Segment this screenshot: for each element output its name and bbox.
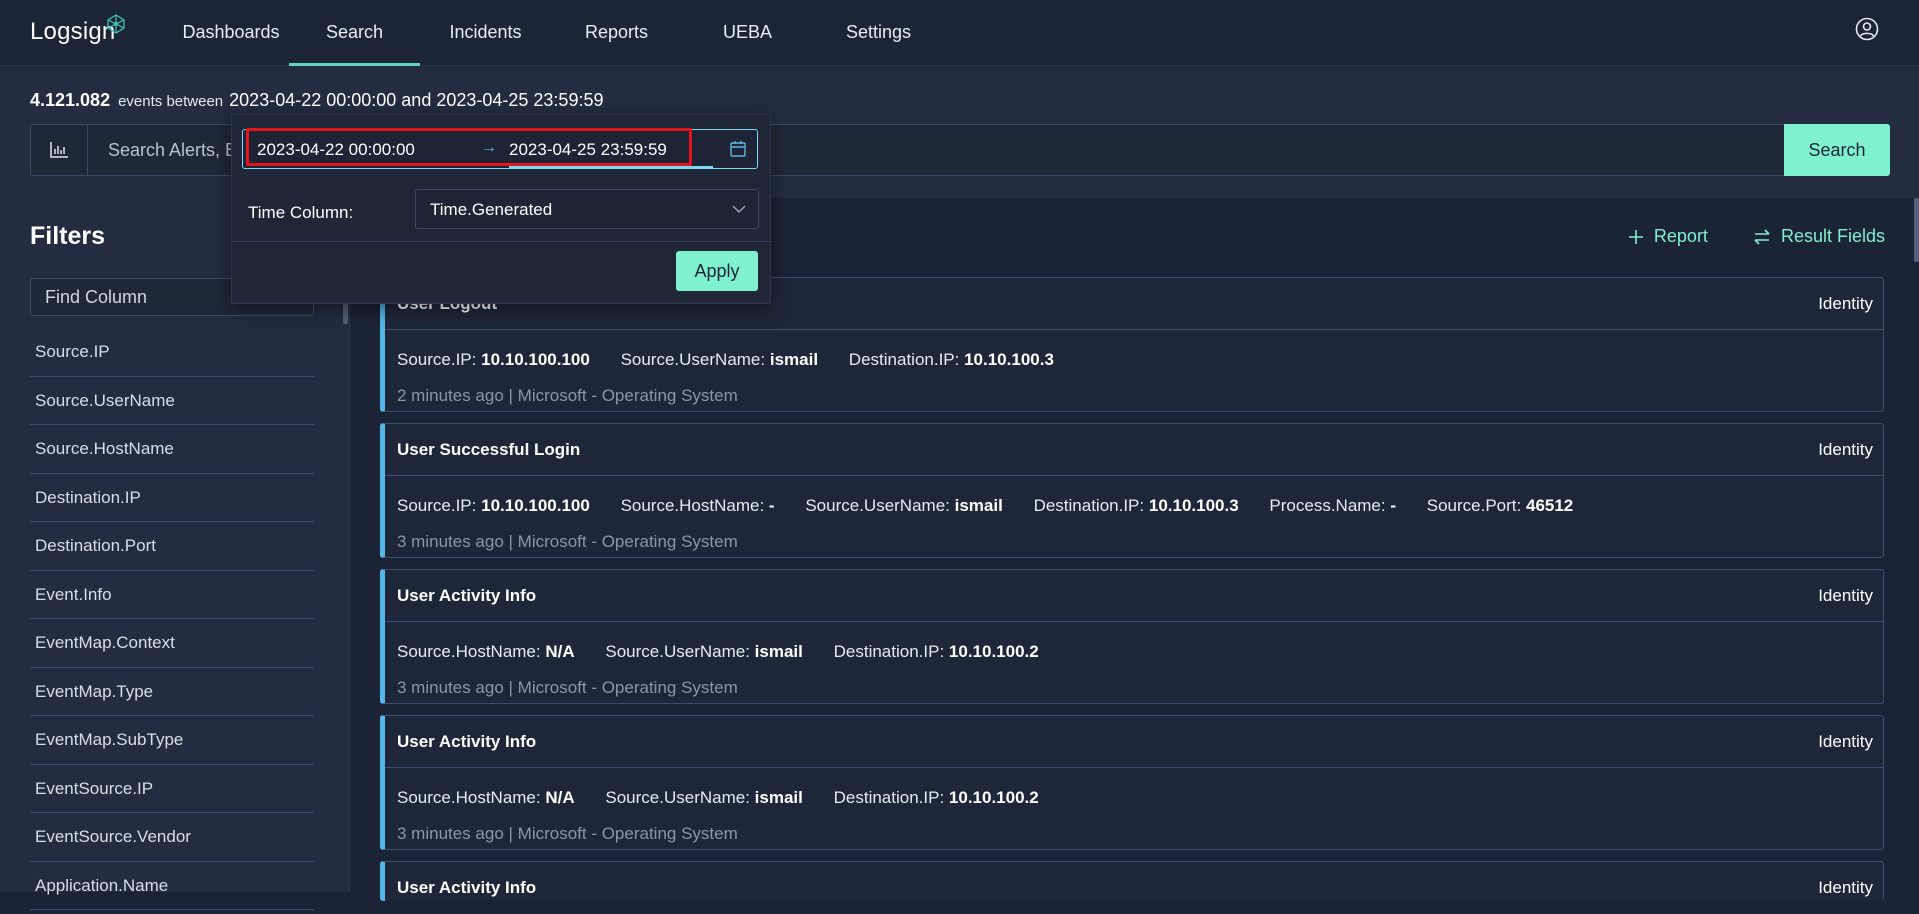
event-meta: 3 minutes ago | Microsoft - Operating Sy… xyxy=(397,532,738,551)
event-fields: Source.IP: 10.10.100.100 Source.UserName… xyxy=(397,350,1080,370)
event-meta: 2 minutes ago | Microsoft - Operating Sy… xyxy=(397,386,738,405)
events-count: 4.121.082 xyxy=(30,90,111,110)
event-category: Identity xyxy=(1818,294,1873,313)
nav-dashboards[interactable]: Dashboards xyxy=(166,0,296,66)
event-category: Identity xyxy=(1818,586,1873,605)
calendar-icon[interactable] xyxy=(729,140,747,158)
bar-chart-icon xyxy=(50,142,68,158)
event-field[interactable]: Source.UserName: ismail xyxy=(805,496,1003,515)
event-card[interactable]: User Activity Info Identity Source.HostN… xyxy=(380,715,1884,850)
event-field[interactable]: Destination.IP: 10.10.100.2 xyxy=(834,642,1039,661)
filter-field-item[interactable]: Source.HostName xyxy=(30,425,314,474)
event-field[interactable]: Destination.IP: 10.10.100.3 xyxy=(1034,496,1239,515)
range-arrow-icon: → xyxy=(481,139,497,156)
sidebar-scrollbar[interactable] xyxy=(343,302,348,324)
event-card[interactable]: User Activity Info Identity Source.HostN… xyxy=(380,569,1884,704)
search-input[interactable] xyxy=(88,125,238,175)
time-column-select[interactable]: Time.Generated xyxy=(415,189,759,229)
event-card-header: User Successful Login Identity xyxy=(385,424,1883,476)
event-title[interactable]: User Activity Info xyxy=(397,878,536,898)
popup-divider xyxy=(232,241,772,242)
events-summary: 4.121.082 events between 2023-04-22 00:00:… xyxy=(30,90,603,111)
report-label: Report xyxy=(1653,226,1708,246)
event-field[interactable]: Source.HostName: N/A xyxy=(397,642,575,661)
event-category: Identity xyxy=(1818,878,1873,897)
filter-field-item[interactable]: EventMap.SubType xyxy=(30,716,314,765)
events-range: 2023-04-22 00:00:00 and 2023-04-25 23:59… xyxy=(229,90,604,110)
result-fields-label: Result Fields xyxy=(1780,226,1885,246)
filter-field-item[interactable]: Source.UserName xyxy=(30,377,314,425)
plus-icon xyxy=(1628,229,1643,244)
chevron-down-icon xyxy=(732,205,746,213)
user-account-icon[interactable] xyxy=(1855,17,1879,41)
event-fields: Source.HostName: N/A Source.UserName: is… xyxy=(397,788,1065,808)
nav-ueba[interactable]: UEBA xyxy=(682,0,813,66)
event-title[interactable]: User Activity Info xyxy=(397,732,536,752)
event-field[interactable]: Destination.IP: 10.10.100.3 xyxy=(849,350,1054,369)
search-button[interactable]: Search xyxy=(1784,124,1890,176)
event-card-header: User Activity Info Identity xyxy=(385,716,1883,768)
date-range-popup: 2023-04-22 00:00:00 → 2023-04-25 23:59:5… xyxy=(231,114,772,304)
event-category: Identity xyxy=(1818,732,1873,751)
event-category: Identity xyxy=(1818,440,1873,459)
logo-network-icon xyxy=(107,14,125,34)
filter-field-item[interactable]: EventMap.Context xyxy=(30,619,314,668)
filter-field-item[interactable]: Destination.IP xyxy=(30,474,314,522)
histogram-toggle-button[interactable] xyxy=(31,125,88,175)
filter-field-item[interactable]: Event.Info xyxy=(30,571,314,619)
event-card-header: User Activity Info Identity xyxy=(385,862,1883,914)
filter-field-item[interactable]: EventMap.Type xyxy=(30,668,314,716)
time-column-label: Time Column: xyxy=(248,203,354,222)
nav-incidents[interactable]: Incidents xyxy=(420,0,551,66)
event-meta: 3 minutes ago | Microsoft - Operating Sy… xyxy=(397,678,738,697)
event-fields: Source.IP: 10.10.100.100 Source.HostName… xyxy=(397,496,1599,516)
event-field[interactable]: Source.UserName: ismail xyxy=(605,642,803,661)
event-card-header: User Activity Info Identity xyxy=(385,570,1883,622)
top-navigation: Logsign Dashboards Search Incidents Repo… xyxy=(0,0,1919,66)
nav-search[interactable]: Search xyxy=(289,0,420,66)
events-between-label: events between xyxy=(118,93,224,110)
range-end-input[interactable]: 2023-04-25 23:59:59 xyxy=(509,140,667,160)
active-input-underline xyxy=(509,166,713,168)
filter-field-item[interactable]: Destination.Port xyxy=(30,522,314,571)
filter-field-item[interactable]: Application.Name xyxy=(30,862,314,910)
event-fields: Source.HostName: N/A Source.UserName: is… xyxy=(397,642,1065,662)
filter-field-list: Source.IP Source.UserName Source.HostNam… xyxy=(30,328,314,910)
main-scrollbar[interactable] xyxy=(1914,198,1919,262)
event-field[interactable]: Source.IP: 10.10.100.100 xyxy=(397,350,590,369)
filter-field-item[interactable]: EventSource.Vendor xyxy=(30,813,314,862)
filters-title: Filters xyxy=(30,222,106,250)
event-title[interactable]: User Successful Login xyxy=(397,440,580,460)
time-column-value: Time.Generated xyxy=(430,200,553,219)
apply-button[interactable]: Apply xyxy=(676,251,758,291)
event-field[interactable]: Source.UserName: ismail xyxy=(621,350,819,369)
event-title[interactable]: User Activity Info xyxy=(397,586,536,606)
event-field[interactable]: Process.Name: - xyxy=(1269,496,1396,515)
event-field[interactable]: Source.UserName: ismail xyxy=(605,788,803,807)
filter-field-item[interactable]: EventSource.IP xyxy=(30,765,314,813)
event-card[interactable]: User Activity Info Identity xyxy=(380,861,1884,901)
event-field[interactable]: Destination.IP: 10.10.100.2 xyxy=(834,788,1039,807)
event-field[interactable]: Source.Port: 46512 xyxy=(1427,496,1574,515)
filter-field-item[interactable]: Source.IP xyxy=(30,328,314,377)
event-field[interactable]: Source.HostName: N/A xyxy=(397,788,575,807)
nav-reports[interactable]: Reports xyxy=(551,0,682,66)
event-field[interactable]: Source.IP: 10.10.100.100 xyxy=(397,496,590,515)
event-field[interactable]: Source.HostName: - xyxy=(621,496,775,515)
event-card[interactable]: User Successful Login Identity Source.IP… xyxy=(380,423,1884,558)
report-button[interactable]: Report xyxy=(1628,226,1708,247)
logo[interactable]: Logsign xyxy=(30,18,115,46)
event-meta: 3 minutes ago | Microsoft - Operating Sy… xyxy=(397,824,738,843)
result-actions: Report Result Fields xyxy=(1588,226,1885,250)
nav-settings[interactable]: Settings xyxy=(813,0,944,66)
range-start-input[interactable]: 2023-04-22 00:00:00 xyxy=(257,140,415,160)
result-fields-button[interactable]: Result Fields xyxy=(1753,226,1885,247)
swap-arrows-icon xyxy=(1754,228,1770,245)
date-range-picker[interactable]: 2023-04-22 00:00:00 → 2023-04-25 23:59:5… xyxy=(242,129,758,169)
